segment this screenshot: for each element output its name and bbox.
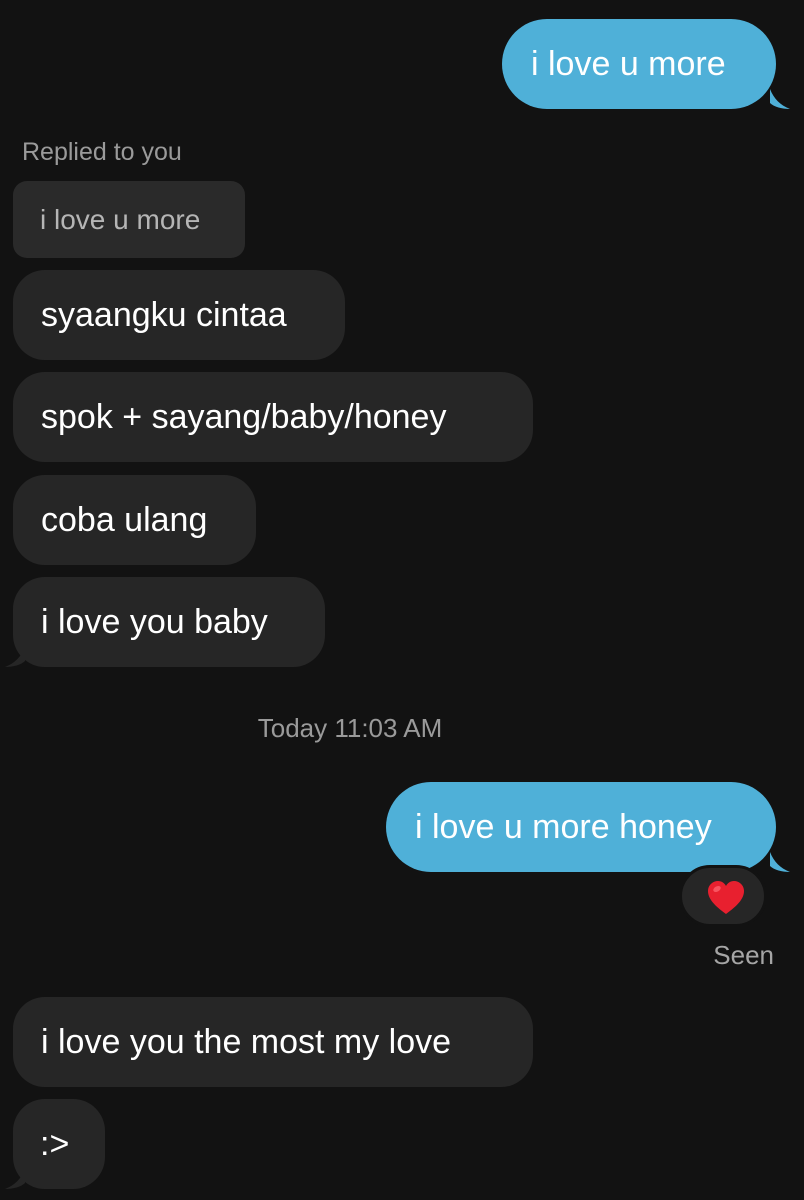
heart-icon [708,881,744,914]
outgoing-bubble-tail [770,89,790,109]
incoming-message[interactable]: syaangku cintaa [13,270,345,360]
message-thread: i love u more Replied to you i love u mo… [0,0,804,1200]
incoming-bubble-tail [5,647,25,667]
message-reaction[interactable] [679,865,767,927]
timestamp: Today 11:03 AM [257,713,443,743]
message-text: syaangku cintaa [41,296,287,334]
reply-context-label: Replied to you [22,138,182,166]
outgoing-message[interactable]: i love u more honey [386,782,776,872]
message-text: i love you the most my love [41,1023,452,1061]
incoming-message[interactable]: :> [13,1099,105,1189]
seen-status: Seen [713,940,774,970]
incoming-message[interactable]: spok + sayang/baby/honey [13,372,533,462]
quoted-message[interactable]: i love u more [13,181,245,258]
message-text: :> [40,1125,70,1163]
message-text: i love you baby [41,603,268,641]
quoted-message-text: i love u more [40,203,201,235]
incoming-message[interactable]: coba ulang [13,475,256,565]
message-text: i love u more honey [415,808,712,846]
outgoing-bubble-tail [770,852,790,872]
message-text: i love u more [531,45,726,83]
outgoing-message[interactable]: i love u more [502,19,776,109]
incoming-message[interactable]: i love you baby [13,577,325,667]
message-text: spok + sayang/baby/honey [41,398,447,436]
incoming-message[interactable]: i love you the most my love [13,997,533,1087]
message-text: coba ulang [41,501,208,539]
incoming-bubble-tail [5,1169,25,1189]
